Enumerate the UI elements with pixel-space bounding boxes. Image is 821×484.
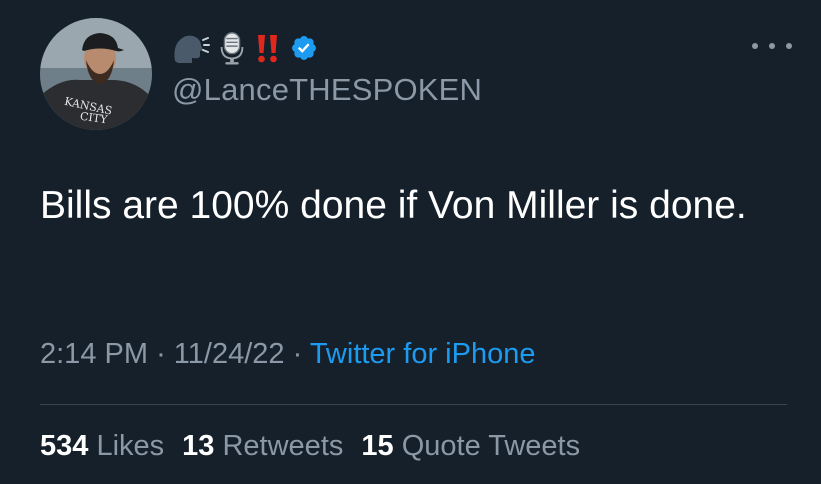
verified-badge-icon — [292, 36, 316, 60]
retweets-stat[interactable]: 13 Retweets — [182, 430, 343, 462]
separator: · — [292, 338, 303, 370]
quote-tweets-stat[interactable]: 15 Quote Tweets — [361, 430, 580, 462]
separator: · — [156, 338, 166, 370]
tweet-text: Bills are 100% done if Von Miller is don… — [40, 184, 747, 227]
divider — [40, 404, 787, 405]
user-handle[interactable]: @LanceTHESPOKEN — [172, 72, 482, 108]
likes-label: Likes — [96, 430, 165, 462]
tweet-metadata: 2:14 PM · 11/24/22 · Twitter for iPhone — [40, 338, 535, 371]
more-dot — [786, 43, 792, 49]
display-name[interactable] — [172, 30, 318, 66]
more-dot — [752, 43, 758, 49]
tweet-date[interactable]: 11/24/22 — [174, 338, 285, 370]
likes-count: 534 — [40, 430, 89, 462]
tweet-stats: 534 Likes 13 Retweets 15 Quote Tweets — [40, 430, 580, 463]
quotes-count: 15 — [361, 430, 394, 462]
more-options-icon[interactable] — [752, 36, 792, 56]
tweet-time[interactable]: 2:14 PM — [40, 338, 148, 370]
avatar[interactable]: KANSAS CITY — [40, 18, 152, 130]
more-dot — [769, 43, 775, 49]
retweets-label: Retweets — [222, 430, 344, 462]
likes-stat[interactable]: 534 Likes — [40, 430, 164, 462]
tweet-source-link[interactable]: Twitter for iPhone — [310, 338, 536, 370]
avatar-image: KANSAS CITY — [40, 18, 152, 130]
microphone-icon — [220, 32, 244, 65]
tweet-card: KANSAS CITY @LanceTHESPOKEN Bills are 10… — [0, 0, 821, 484]
double-exclamation-icon — [258, 35, 277, 63]
retweets-count: 13 — [182, 430, 215, 462]
speaking-head-icon — [174, 35, 210, 63]
quotes-label: Quote Tweets — [401, 430, 581, 462]
